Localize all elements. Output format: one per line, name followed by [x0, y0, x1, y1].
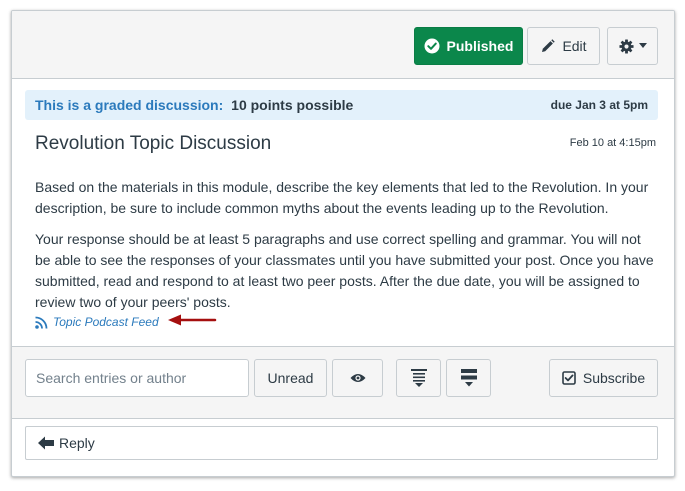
rss-icon	[35, 316, 48, 329]
subscribe-button[interactable]: Subscribe	[549, 359, 658, 397]
graded-discussion-banner: This is a graded discussion: 10 points p…	[25, 90, 658, 120]
gear-icon	[618, 38, 634, 54]
expand-replies-button[interactable]	[446, 359, 491, 397]
subscribe-label: Subscribe	[582, 370, 646, 386]
annotation-arrow-icon	[167, 313, 217, 331]
collapse-replies-button[interactable]	[396, 359, 441, 397]
podcast-label: Topic Podcast Feed	[53, 315, 159, 329]
published-button[interactable]: Published	[414, 27, 523, 65]
eye-icon	[350, 373, 366, 383]
caret-down-icon	[638, 43, 647, 49]
topic-date: Feb 10 at 4:15pm	[569, 137, 656, 149]
reply-button[interactable]: Reply	[25, 426, 658, 460]
reply-arrow-icon	[38, 436, 54, 450]
settings-menu-button[interactable]	[607, 27, 658, 65]
collapse-icon	[410, 369, 427, 387]
points-possible: 10 points possible	[231, 97, 354, 113]
header-toolbar: Published Edit	[12, 11, 674, 79]
pencil-icon	[540, 38, 556, 54]
topic-podcast-feed-link[interactable]: Topic Podcast Feed	[35, 315, 159, 329]
edit-label: Edit	[562, 38, 587, 54]
topic-body: Based on the materials in this module, d…	[35, 177, 655, 323]
checkbox-icon	[562, 371, 576, 385]
graded-label: This is a graded discussion:	[35, 97, 224, 113]
topic-title: Revolution Topic Discussion	[35, 133, 272, 154]
published-label: Published	[446, 38, 514, 54]
mark-all-read-button[interactable]	[332, 359, 383, 397]
edit-button[interactable]: Edit	[527, 27, 600, 65]
expand-icon	[460, 369, 477, 387]
body-paragraph: Based on the materials in this module, d…	[35, 179, 649, 216]
search-entries-input[interactable]	[25, 359, 249, 397]
unread-label: Unread	[267, 370, 314, 386]
body-paragraph: Your response should be at least 5 parag…	[35, 231, 654, 310]
check-circle-icon	[424, 38, 440, 54]
reply-label: Reply	[59, 435, 95, 451]
unread-button[interactable]: Unread	[254, 359, 327, 397]
discussion-filter-bar: Unread	[12, 346, 674, 419]
discussion-frame: Published Edit This is a graded discussi…	[11, 10, 675, 477]
due-date: due Jan 3 at 5pm	[550, 98, 648, 112]
